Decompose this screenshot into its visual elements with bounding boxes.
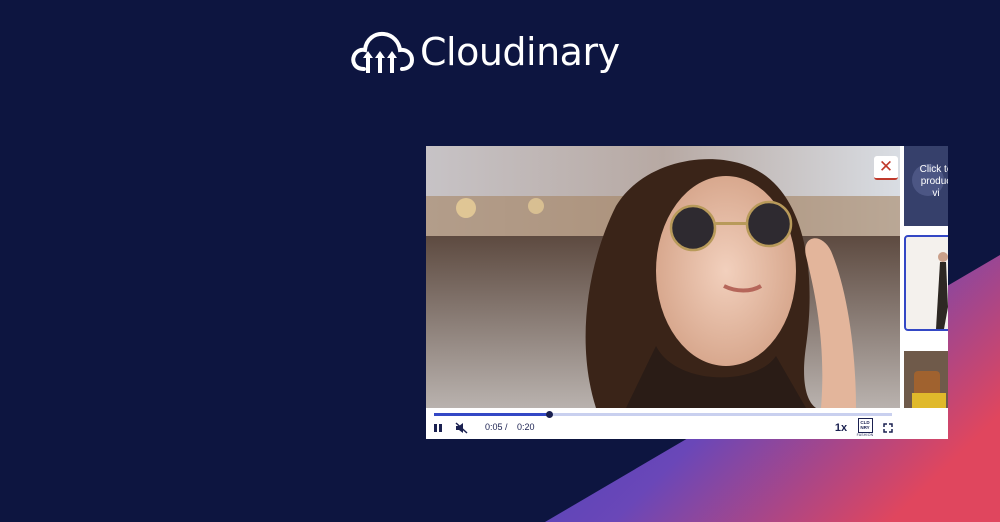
video-image [426, 146, 900, 408]
progress-knob[interactable] [545, 411, 553, 418]
time-separator: / [505, 422, 508, 432]
cloudinary-cloud-icon [351, 31, 414, 73]
fullscreen-button[interactable] [882, 421, 894, 435]
pause-icon [434, 424, 442, 432]
badge-text: CLD NRY [857, 418, 873, 433]
close-button[interactable]: ✕ [874, 156, 898, 180]
muted-speaker-icon [454, 422, 468, 434]
fullscreen-icon [883, 423, 893, 433]
duration: 0:20 [517, 422, 535, 432]
product-thumbnail[interactable] [904, 351, 948, 408]
close-icon: ✕ [878, 157, 894, 176]
product-hint-item[interactable]: Click to produc vi [904, 146, 948, 226]
mute-button[interactable] [454, 421, 468, 435]
cloudinary-logo: Cloudinary [350, 26, 620, 78]
video-frame[interactable] [426, 146, 900, 408]
cloudinary-fashion-badge: CLD NRY FASHION [856, 418, 874, 439]
video-player[interactable]: ✕ Click to produc vi [426, 146, 948, 439]
product-thumbnail[interactable] [904, 235, 948, 331]
current-time: 0:05 [485, 422, 503, 432]
progress-bar[interactable] [434, 411, 892, 418]
product-thumbnail-image [936, 252, 948, 329]
product-hint-text: Click to produc vi [919, 164, 948, 199]
player-controls: 0:05 / 0:20 1x CLD NRY FASHION [426, 408, 948, 439]
pause-button[interactable] [432, 421, 444, 435]
badge-subtext: FASHION [856, 433, 874, 437]
progress-fill [434, 413, 549, 416]
product-side-panel: Click to produc vi [900, 146, 948, 408]
product-thumbnail-image [904, 351, 948, 408]
brand-name: Cloudinary [420, 30, 620, 74]
playback-speed-button[interactable]: 1x [834, 421, 848, 435]
